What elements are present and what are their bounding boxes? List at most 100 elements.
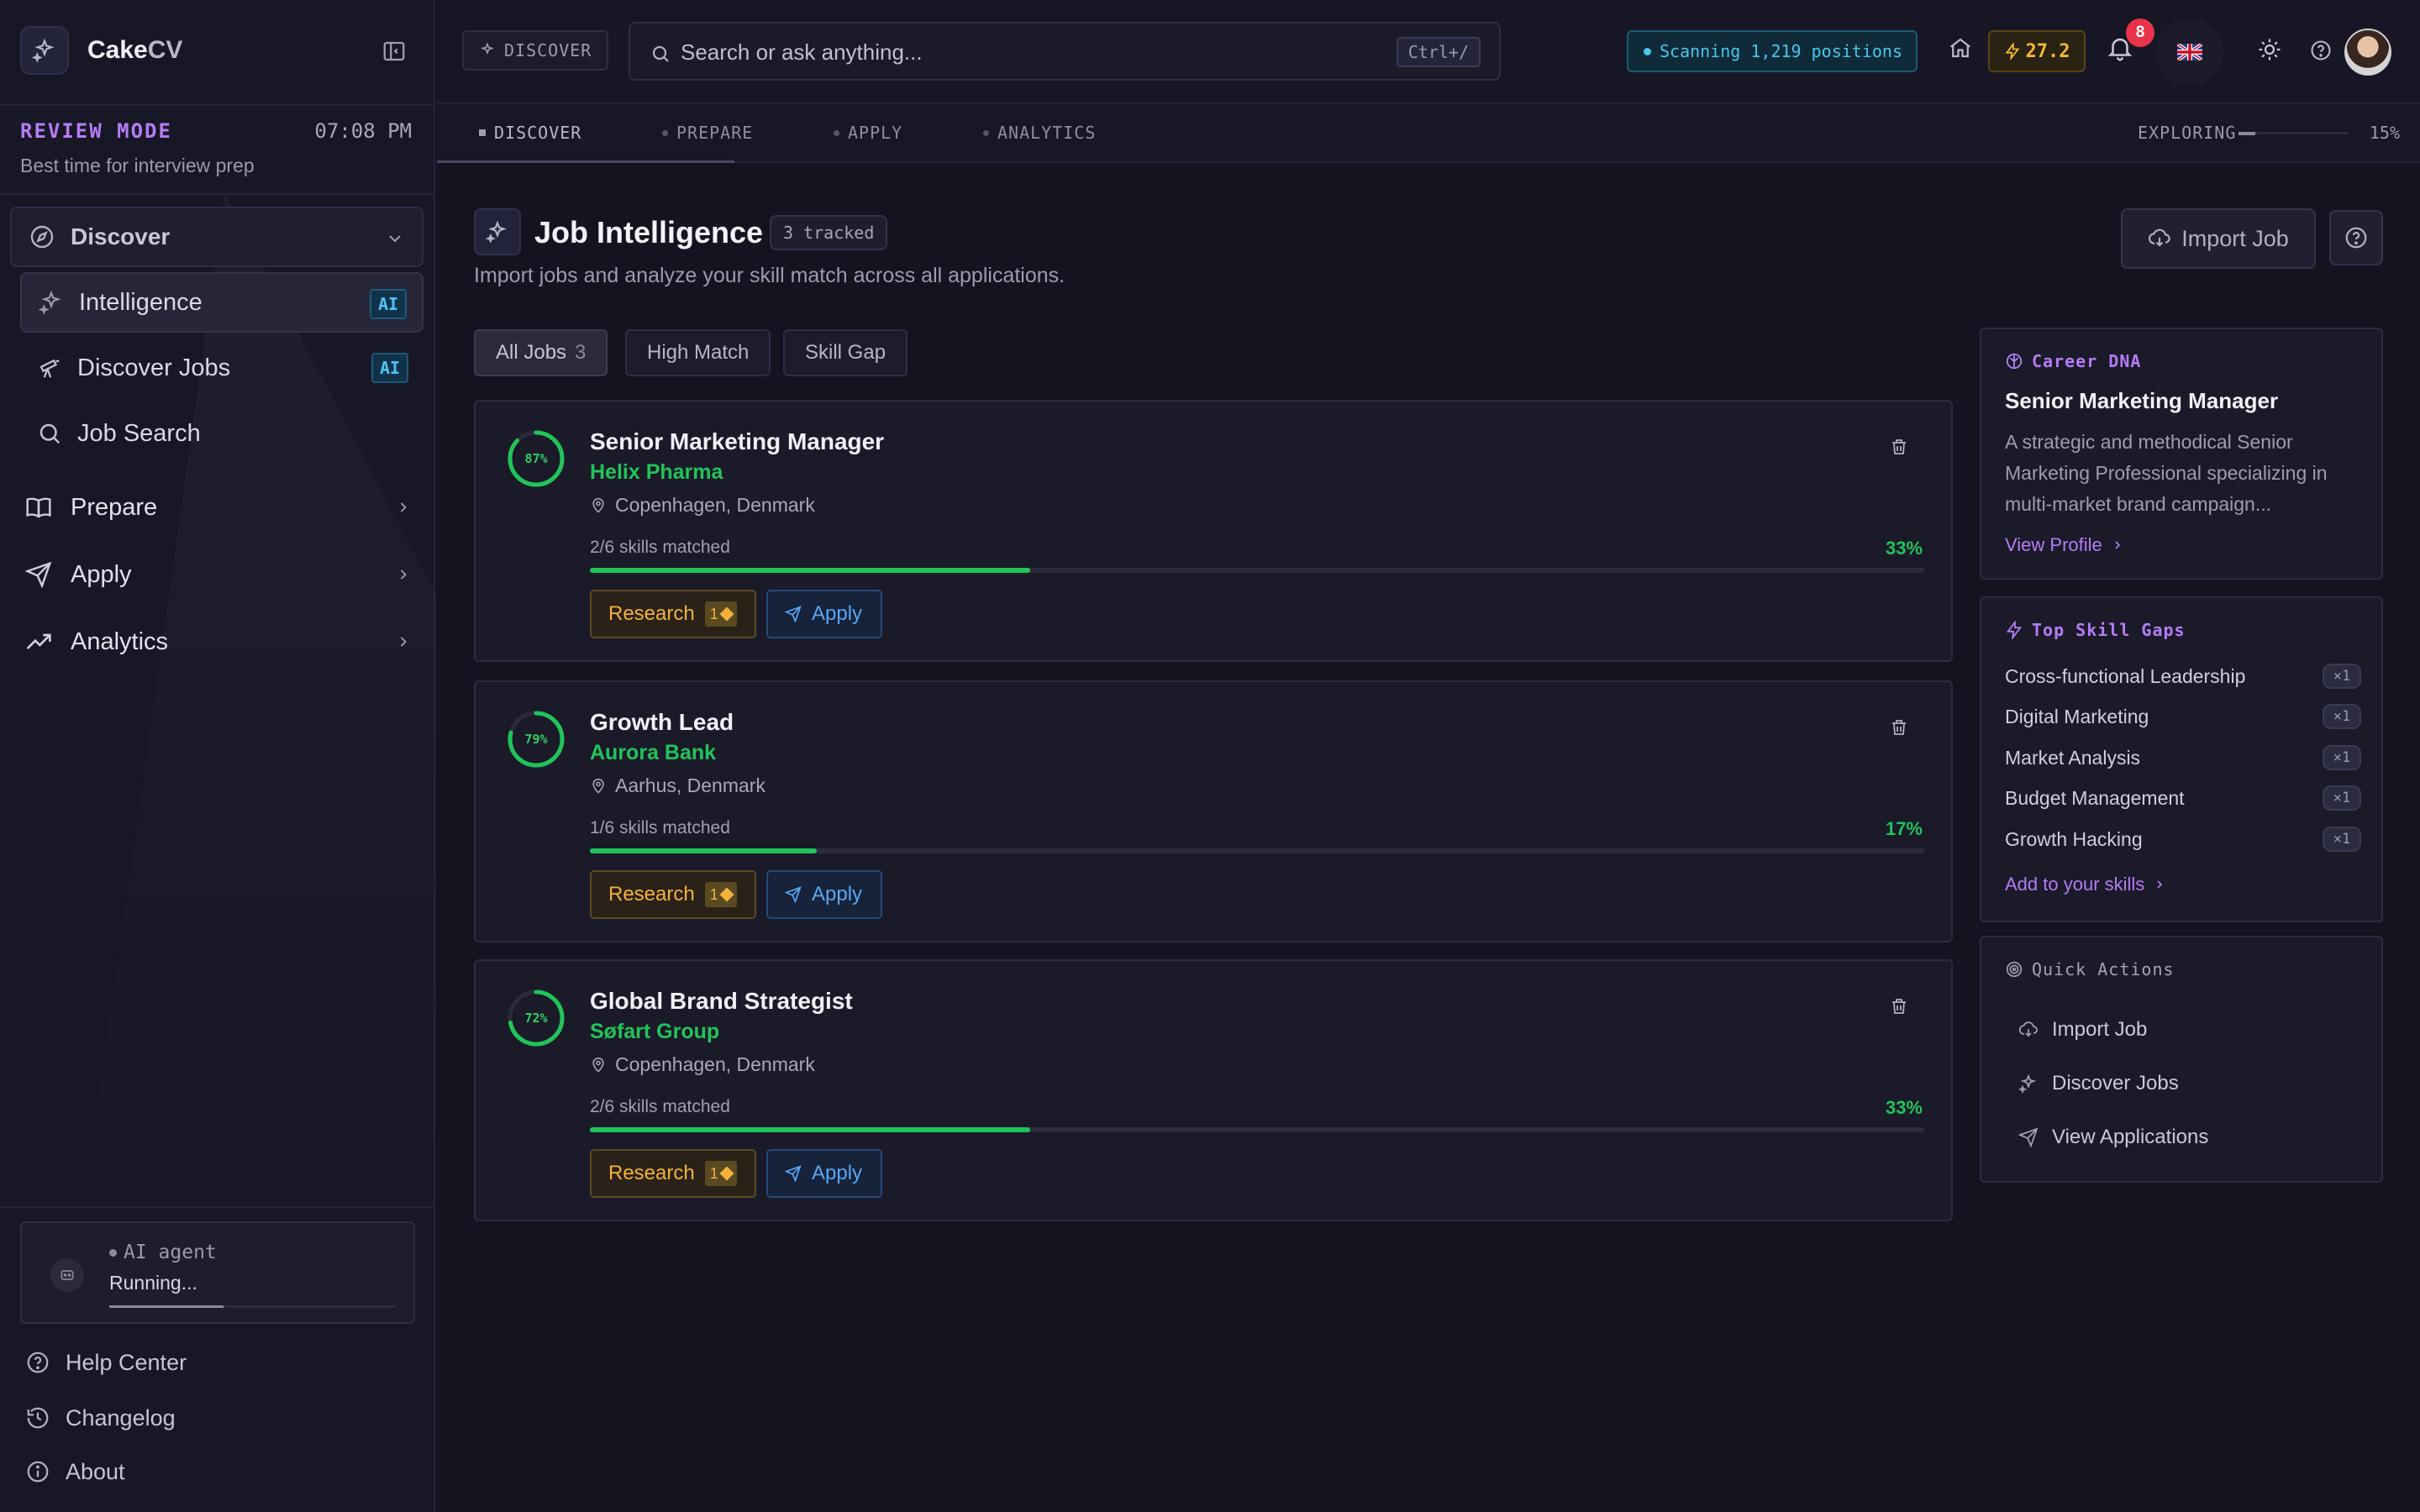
trash-icon[interactable] bbox=[1889, 996, 1909, 1016]
brain-icon bbox=[2006, 353, 2023, 370]
send-icon bbox=[2018, 1127, 2039, 1147]
review-mode-title: REVIEW MODE bbox=[20, 119, 172, 143]
research-button[interactable]: Research 1 bbox=[590, 1149, 756, 1198]
credit-cost-badge: 1 bbox=[704, 1161, 737, 1186]
send-icon bbox=[785, 886, 802, 903]
review-mode-subtitle: Best time for interview prep bbox=[20, 155, 255, 176]
research-button[interactable]: Research 1 bbox=[590, 590, 756, 638]
breadcrumb-discover[interactable]: DISCOVER bbox=[462, 30, 608, 71]
sidebar-item-job-search[interactable]: Job Search bbox=[20, 403, 424, 464]
apply-button[interactable]: Apply bbox=[766, 870, 882, 919]
stage-analytics[interactable]: ANALYTICS bbox=[983, 123, 1096, 143]
page-subtitle: Import jobs and analyze your skill match… bbox=[474, 264, 1065, 287]
stage-apply[interactable]: APPLY bbox=[834, 123, 902, 143]
send-icon bbox=[25, 561, 52, 588]
history-icon bbox=[27, 1407, 49, 1429]
credit-cost-badge: 1 bbox=[704, 601, 737, 627]
job-card[interactable]: 87% Senior Marketing Manager Helix Pharm… bbox=[474, 400, 1953, 662]
ai-badge: AI bbox=[371, 353, 408, 383]
quick-action-discover-jobs[interactable]: Discover Jobs bbox=[2018, 1067, 2179, 1100]
import-job-button[interactable]: Import Job bbox=[2121, 208, 2316, 269]
apply-button[interactable]: Apply bbox=[766, 1149, 882, 1198]
brand-name: CakeCV bbox=[87, 36, 183, 64]
help-center-link[interactable]: Help Center bbox=[25, 1346, 187, 1379]
nav-group-prepare[interactable]: Prepare bbox=[20, 477, 424, 538]
divider bbox=[0, 1206, 435, 1208]
chevron-right-icon bbox=[400, 570, 407, 580]
sidebar: CakeCV REVIEW MODE 07:08 PM Best time fo… bbox=[0, 0, 437, 1512]
job-location: Copenhagen, Denmark bbox=[590, 1053, 815, 1076]
page-title: Job Intelligence bbox=[534, 215, 764, 249]
sun-icon[interactable] bbox=[2257, 37, 2282, 62]
filter-high-match[interactable]: High Match bbox=[625, 329, 771, 376]
chevron-right-icon bbox=[2157, 880, 2163, 889]
nav-group-discover[interactable]: Discover bbox=[10, 207, 424, 267]
search-bar[interactable]: Ctrl+/ bbox=[629, 22, 1501, 81]
skills-matched-label: 2/6 skills matched bbox=[590, 538, 730, 557]
bolt-icon bbox=[2006, 621, 2023, 639]
chevron-down-icon bbox=[389, 235, 401, 243]
job-card[interactable]: 79% Growth Lead Aurora Bank Aarhus, Denm… bbox=[474, 680, 1953, 942]
changelog-link[interactable]: Changelog bbox=[25, 1401, 176, 1435]
search-icon bbox=[652, 45, 669, 62]
filter-all-jobs[interactable]: All Jobs 3 bbox=[474, 329, 608, 376]
trash-icon[interactable] bbox=[1889, 437, 1909, 457]
view-profile-link[interactable]: View Profile bbox=[2005, 534, 2124, 556]
quick-actions-heading: Quick Actions bbox=[2005, 959, 2175, 979]
page-help-button[interactable] bbox=[2329, 210, 2383, 265]
chevron-right-icon bbox=[400, 637, 407, 647]
ai-agent-card[interactable]: AI agent Running... bbox=[20, 1221, 415, 1324]
notification-count-badge: 8 bbox=[2126, 18, 2154, 47]
user-avatar[interactable] bbox=[2344, 29, 2391, 76]
quick-action-import-job[interactable]: Import Job bbox=[2018, 1013, 2147, 1047]
bot-icon bbox=[50, 1258, 84, 1292]
add-skills-link[interactable]: Add to your skills bbox=[2005, 874, 2166, 895]
job-card[interactable]: 72% Global Brand Strategist Søfart Group… bbox=[474, 959, 1953, 1221]
filter-skill-gap[interactable]: Skill Gap bbox=[783, 329, 908, 376]
agent-status: Running... bbox=[109, 1272, 197, 1294]
job-company[interactable]: Helix Pharma bbox=[590, 460, 723, 485]
help-circle-icon[interactable] bbox=[2309, 39, 2333, 62]
skill-gap-count: ×1 bbox=[2323, 745, 2361, 770]
credits-score[interactable]: 27.2 bbox=[1988, 30, 2086, 72]
skills-progress-bar bbox=[590, 1127, 1924, 1132]
sidebar-item-intelligence[interactable]: Intelligence AI bbox=[20, 272, 424, 333]
job-location: Copenhagen, Denmark bbox=[590, 494, 815, 517]
job-title[interactable]: Global Brand Strategist bbox=[590, 988, 853, 1015]
research-button[interactable]: Research 1 bbox=[590, 870, 756, 919]
scanning-status[interactable]: Scanning 1,219 positions bbox=[1627, 30, 1918, 72]
stage-progress-underline bbox=[437, 160, 734, 163]
skill-gap-item: Cross-functional Leadership ×1 bbox=[2005, 662, 2361, 690]
map-pin-icon bbox=[592, 497, 604, 513]
job-title[interactable]: Growth Lead bbox=[590, 709, 734, 736]
skills-progress-bar bbox=[590, 568, 1924, 573]
job-company[interactable]: Søfart Group bbox=[590, 1020, 719, 1044]
quick-action-view-applications[interactable]: View Applications bbox=[2018, 1121, 2208, 1154]
job-company[interactable]: Aurora Bank bbox=[590, 741, 716, 765]
divider bbox=[0, 193, 435, 195]
job-title[interactable]: Senior Marketing Manager bbox=[590, 428, 884, 455]
nav-group-analytics[interactable]: Analytics bbox=[20, 612, 424, 672]
trash-icon[interactable] bbox=[1889, 717, 1909, 738]
apply-button[interactable]: Apply bbox=[766, 590, 882, 638]
stage-prepare[interactable]: PREPARE bbox=[662, 123, 753, 143]
shortcut-hint: Ctrl+/ bbox=[1396, 37, 1481, 67]
search-input[interactable] bbox=[681, 35, 1403, 69]
tracked-count-badge: 3 tracked bbox=[770, 215, 888, 250]
collapse-sidebar-icon[interactable] bbox=[381, 39, 407, 64]
skills-matched-label: 1/6 skills matched bbox=[590, 818, 730, 837]
brand[interactable]: CakeCV bbox=[20, 26, 183, 75]
skill-gaps-heading: Top Skill Gaps bbox=[2005, 620, 2186, 640]
quick-actions-card: Quick Actions Import Job Discover Jobs V… bbox=[1980, 936, 2383, 1183]
telescope-icon bbox=[39, 359, 60, 378]
send-icon bbox=[785, 606, 802, 622]
language-flag-button[interactable] bbox=[2156, 18, 2223, 86]
sidebar-item-discover-jobs[interactable]: Discover Jobs AI bbox=[20, 338, 424, 398]
skills-matched-label: 2/6 skills matched bbox=[590, 1097, 730, 1116]
nav-group-apply[interactable]: Apply bbox=[20, 544, 424, 605]
credit-cost-badge: 1 bbox=[704, 882, 737, 907]
home-icon[interactable] bbox=[1948, 35, 1973, 60]
about-link[interactable]: About bbox=[25, 1455, 125, 1488]
stage-discover[interactable]: DISCOVER bbox=[479, 123, 581, 143]
skill-gaps-card: Top Skill Gaps Cross-functional Leadersh… bbox=[1980, 596, 2383, 922]
